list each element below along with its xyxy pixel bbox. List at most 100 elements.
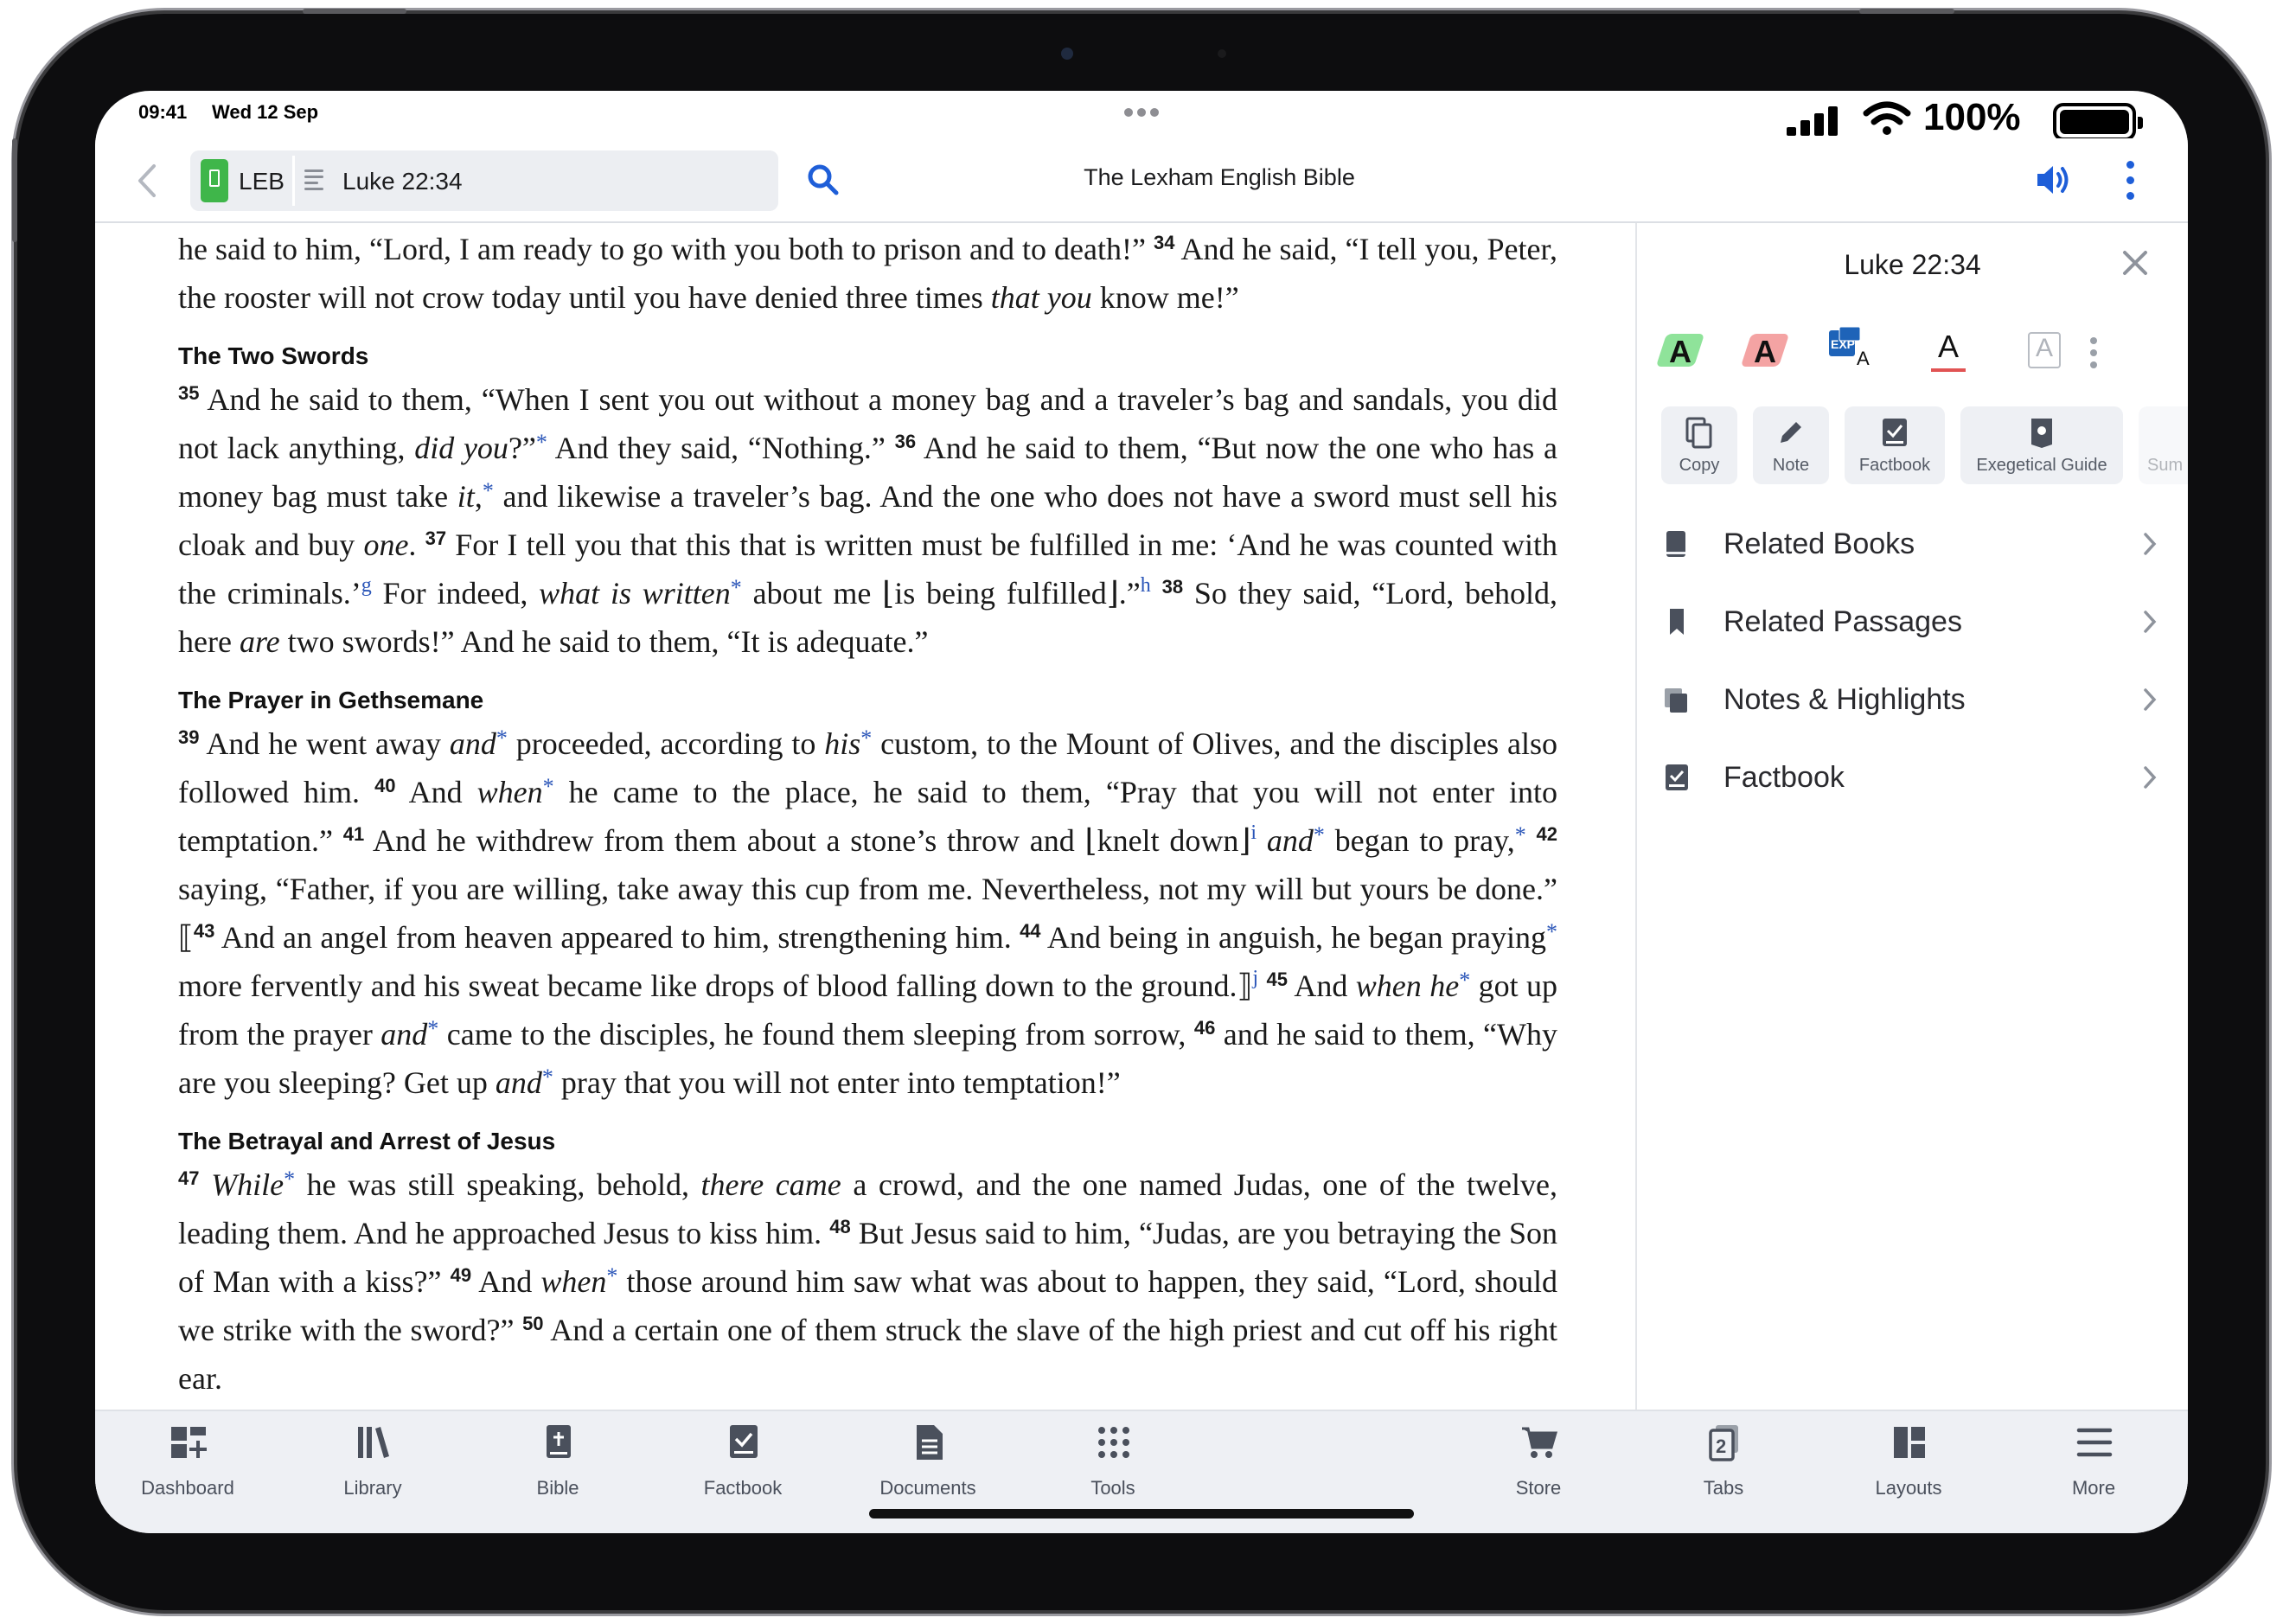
italic-supplied-text[interactable]: when [477, 775, 543, 809]
footnote-marker[interactable]: * [606, 1263, 617, 1288]
footnote-marker[interactable]: * [731, 575, 742, 600]
verse-text[interactable] [199, 1167, 211, 1202]
summary-button[interactable]: Sum [2139, 406, 2188, 484]
verse-number[interactable]: 37 [425, 527, 446, 549]
tab-tools[interactable]: Tools [1039, 1423, 1186, 1510]
passage-paragraph[interactable]: 39 And he went away and* proceeded, acco… [178, 719, 1557, 1107]
audio-speaker-icon[interactable] [2034, 161, 2075, 199]
verse-number[interactable]: 48 [829, 1216, 850, 1237]
footnote-marker[interactable]: * [542, 1065, 553, 1090]
verse-text[interactable]: came to the disciples, he found them sle… [438, 1017, 1194, 1052]
italic-supplied-text[interactable]: While [211, 1167, 284, 1202]
highlight-green-button[interactable]: A [1654, 325, 1706, 377]
reference-label[interactable]: Luke 22:34 [342, 168, 463, 195]
italic-supplied-text[interactable]: his [824, 726, 860, 761]
verse-text[interactable]: know me!” [1092, 280, 1239, 315]
verse-text[interactable]: . [408, 527, 425, 562]
tab-library[interactable]: Library [299, 1423, 446, 1510]
verse-number[interactable]: 42 [1537, 823, 1557, 845]
book-title[interactable]: The Lexham English Bible [960, 164, 1479, 191]
footnote-marker[interactable]: * [284, 1167, 295, 1192]
close-icon[interactable] [2120, 247, 2151, 278]
verse-text[interactable]: about me ⌊is being fulfilled⌋.” [742, 576, 1141, 611]
verse-text[interactable] [1151, 576, 1162, 611]
passage-paragraph[interactable]: 35 And he said to them, “When I sent you… [178, 375, 1557, 666]
verse-text[interactable] [1257, 823, 1267, 858]
verse-text[interactable]: And they said, “Nothing.” [547, 431, 895, 465]
footnote-letter[interactable]: g [361, 574, 372, 597]
multitasking-handle[interactable] [1124, 105, 1164, 117]
tab-documents[interactable]: Documents [854, 1423, 1001, 1510]
verse-text[interactable]: he was still speaking, behold, [295, 1167, 700, 1202]
note-button[interactable]: Note [1753, 406, 1829, 484]
highlight-outline-button[interactable]: A [2019, 325, 2071, 377]
verse-text[interactable] [1526, 823, 1537, 858]
tab-layouts[interactable]: Layouts [1835, 1423, 1982, 1510]
copy-button[interactable]: Copy [1661, 406, 1737, 484]
bible-reader[interactable]: he said to him, “Lord, I am ready to go … [95, 223, 1635, 1410]
back-chevron-icon[interactable] [130, 159, 164, 202]
italic-supplied-text[interactable]: and [1267, 823, 1314, 858]
italic-supplied-text[interactable]: there came [701, 1167, 841, 1202]
highlight-more-icon[interactable] [2090, 337, 2099, 368]
footnote-marker[interactable]: * [1546, 919, 1557, 944]
italic-supplied-text[interactable]: that you [991, 280, 1092, 315]
highlight-red-button[interactable]: A [1739, 325, 1791, 377]
italic-supplied-text[interactable]: one [363, 527, 408, 562]
tab-more[interactable]: More [2020, 1423, 2167, 1510]
reference-selector[interactable]: LEB Luke 22:34 [190, 150, 778, 211]
verse-text[interactable]: And [1288, 969, 1356, 1003]
footnote-marker[interactable]: * [1459, 968, 1470, 993]
italic-supplied-text[interactable]: and [450, 726, 496, 761]
verse-number[interactable]: 38 [1162, 576, 1183, 598]
italic-supplied-text[interactable]: when he [1356, 969, 1459, 1003]
italic-supplied-text[interactable]: it [457, 479, 475, 514]
footnote-marker[interactable]: * [536, 430, 547, 455]
verse-number[interactable]: 39 [178, 726, 199, 748]
underline-red-button[interactable]: A [1922, 325, 1974, 377]
verse-text[interactable]: he said to him, “Lord, I am ready to go … [178, 232, 1154, 266]
verse-number[interactable]: 41 [343, 823, 364, 845]
exegetical-guide-button[interactable]: Exegetical Guide [1960, 406, 2123, 484]
bible-version-label[interactable]: LEB [239, 168, 285, 195]
footnote-marker[interactable]: * [1515, 822, 1526, 847]
italic-supplied-text[interactable]: are [240, 624, 280, 659]
verse-number[interactable]: 34 [1154, 232, 1174, 253]
footnote-marker[interactable]: * [1314, 822, 1325, 847]
verse-number[interactable]: 43 [194, 920, 214, 942]
verse-number[interactable]: 44 [1020, 920, 1040, 942]
related-books-item[interactable]: Related Books [1637, 505, 2188, 583]
verse-text[interactable]: more fervently and his sweat became like… [178, 969, 1252, 1003]
italic-supplied-text[interactable]: did you [414, 431, 508, 465]
verse-text[interactable]: And an angel from heaven appeared to him… [214, 920, 1020, 955]
tab-factbook[interactable]: Factbook [669, 1423, 816, 1510]
verse-text[interactable]: And [396, 775, 477, 809]
italic-supplied-text[interactable]: and [496, 1065, 542, 1100]
verse-number[interactable]: 47 [178, 1167, 199, 1189]
verse-text[interactable]: For indeed, [372, 576, 539, 611]
verse-text[interactable]: pray that you will not enter into tempta… [553, 1065, 1121, 1100]
verse-number[interactable]: 45 [1266, 969, 1287, 990]
verse-number[interactable]: 40 [374, 775, 395, 796]
italic-supplied-text[interactable]: what is written [539, 576, 731, 611]
verse-number[interactable]: 46 [1194, 1017, 1215, 1039]
tab-bible[interactable]: Bible [484, 1423, 631, 1510]
verse-text[interactable]: And being in anguish, he began praying [1041, 920, 1546, 955]
more-options-icon[interactable] [2122, 161, 2139, 201]
footnote-marker[interactable]: * [496, 726, 508, 751]
verse-number[interactable]: 36 [895, 431, 916, 452]
verse-number[interactable]: 49 [451, 1264, 471, 1286]
verse-text[interactable]: And he withdrew from them about a stone’… [364, 823, 1250, 858]
verse-text[interactable]: , [475, 479, 483, 514]
italic-supplied-text[interactable]: and [380, 1017, 427, 1052]
verse-number[interactable]: 50 [522, 1313, 543, 1334]
highlight-exp-button[interactable]: EXP A [1824, 325, 1876, 377]
factbook-item[interactable]: Factbook [1637, 738, 2188, 816]
factbook-button[interactable]: Factbook [1845, 406, 1945, 484]
tab-tabs[interactable]: 2 Tabs [1650, 1423, 1797, 1510]
italic-supplied-text[interactable]: when [540, 1264, 606, 1299]
verse-text[interactable]: ?” [508, 431, 536, 465]
verse-text[interactable]: And [471, 1264, 540, 1299]
footnote-marker[interactable]: * [483, 478, 494, 503]
tab-dashboard[interactable]: Dashboard [114, 1423, 261, 1510]
